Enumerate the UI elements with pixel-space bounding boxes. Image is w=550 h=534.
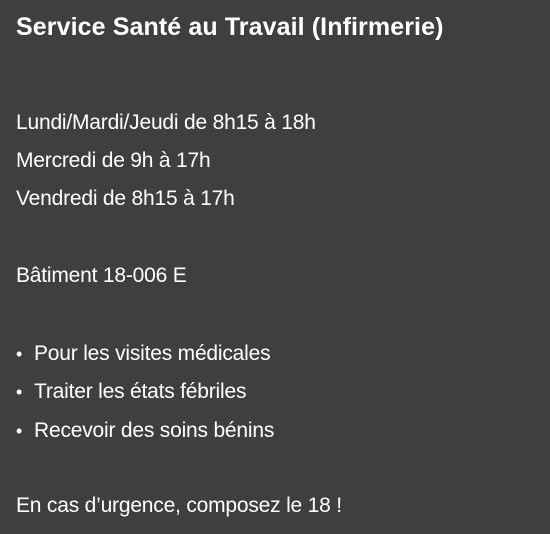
hours-line-wed: Mercredi de 9h à 17h [16,149,211,172]
hours-line-mon-tue-thu: Lundi/Mardi/Jeudi de 8h15 à 18h [16,111,316,134]
emergency-notice: En cas d’urgence, composez le 18 ! [16,494,342,517]
bullet-icon: • [16,344,23,364]
service-item: • Traiter les états fébriles [16,380,246,404]
info-panel: Service Santé au Travail (Infirmerie) Lu… [0,0,550,534]
service-item: • Pour les visites médicales [16,342,271,366]
service-item-label: Recevoir des soins bénins [34,419,275,442]
service-item: • Recevoir des soins bénins [16,419,274,443]
service-item-label: Traiter les états fébriles [34,380,247,403]
service-item-label: Pour les visites médicales [34,342,271,365]
building-location: Bâtiment 18-006 E [16,264,187,287]
panel-title: Service Santé au Travail (Infirmerie) [16,13,444,41]
bullet-icon: • [16,421,23,441]
bullet-icon: • [16,382,23,402]
hours-line-fri: Vendredi de 8h15 à 17h [16,187,235,210]
